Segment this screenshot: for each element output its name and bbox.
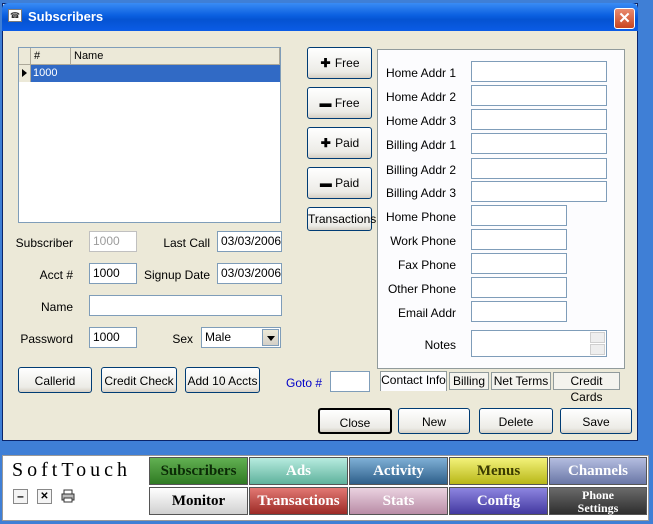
notes-field[interactable]: [471, 330, 607, 357]
home-addr-1-field[interactable]: [471, 61, 607, 82]
email-addr-field[interactable]: [471, 301, 567, 322]
notes-label: Notes: [424, 338, 456, 352]
new-button[interactable]: New: [398, 408, 470, 434]
remove-paid-button[interactable]: ▬ Paid: [307, 167, 372, 199]
tab-credit-cards[interactable]: Credit Cards: [553, 372, 620, 404]
home-addr-3-label: Home Addr 3: [385, 114, 456, 128]
password-field[interactable]: 1000: [89, 327, 137, 348]
remove-paid-label: Paid: [335, 176, 360, 190]
last-call-field[interactable]: 03/03/2006: [217, 231, 282, 252]
minus-icon: ▬: [319, 176, 332, 190]
name-label: Name: [40, 300, 73, 314]
tab-billing[interactable]: Billing: [449, 372, 489, 390]
plus-icon: ✚: [320, 136, 331, 150]
sex-select[interactable]: Male: [201, 327, 281, 348]
billing-addr-1-field[interactable]: [471, 133, 607, 154]
remove-free-button[interactable]: ▬ Free: [307, 87, 372, 119]
tab-net-terms[interactable]: Net Terms: [491, 372, 551, 390]
add-free-button[interactable]: ✚ Free: [307, 47, 372, 79]
last-call-label: Last Call: [163, 236, 210, 250]
signup-date-field[interactable]: 03/03/2006: [217, 263, 282, 284]
nav-config[interactable]: Config: [449, 487, 548, 515]
other-phone-field[interactable]: [471, 277, 567, 298]
column-header-name[interactable]: Name: [71, 48, 280, 65]
nav-channels[interactable]: Channels: [549, 457, 647, 485]
billing-addr-3-field[interactable]: [471, 181, 607, 202]
remove-free-label: Free: [334, 96, 360, 110]
home-phone-label: Home Phone: [385, 210, 456, 224]
billing-addr-3-label: Billing Addr 3: [385, 186, 456, 200]
tab-contact-info[interactable]: Contact Info: [380, 371, 447, 391]
subscriber-label: Subscriber: [15, 236, 73, 250]
print-icon[interactable]: [61, 489, 75, 503]
nav-phone-settings[interactable]: Phone Settings: [549, 487, 647, 515]
credit-check-button[interactable]: Credit Check: [101, 367, 177, 393]
row-indicator: [19, 65, 31, 82]
signup-date-label: Signup Date: [143, 268, 210, 282]
close-button[interactable]: Close: [318, 408, 392, 434]
home-addr-2-label: Home Addr 2: [385, 90, 456, 104]
sex-value: Male: [205, 330, 232, 344]
row-selected[interactable]: 1000: [31, 65, 280, 82]
add-10-accts-button[interactable]: Add 10 Accts: [185, 367, 260, 393]
other-phone-label: Other Phone: [387, 282, 456, 296]
email-addr-label: Email Addr: [397, 306, 456, 320]
column-header-num[interactable]: #: [31, 48, 71, 65]
nav-stats[interactable]: Stats: [349, 487, 448, 515]
minimize-button[interactable]: –: [13, 489, 28, 504]
callerid-button[interactable]: Callerid: [18, 367, 92, 393]
chevron-down-icon: [267, 336, 275, 341]
home-phone-field[interactable]: [471, 205, 567, 226]
work-phone-field[interactable]: [471, 229, 567, 250]
work-phone-label: Work Phone: [390, 234, 456, 248]
home-addr-2-field[interactable]: [471, 85, 607, 106]
nav-subscribers[interactable]: Subscribers: [149, 457, 248, 485]
window-close-button[interactable]: ✕: [614, 8, 635, 29]
table-row[interactable]: 1000: [19, 65, 280, 82]
window-title: Subscribers: [28, 9, 104, 24]
goto-field[interactable]: [330, 371, 370, 392]
nav-monitor[interactable]: Monitor: [149, 487, 248, 515]
delete-button[interactable]: Delete: [479, 408, 553, 434]
fax-phone-label: Fax Phone: [397, 258, 456, 272]
fax-phone-field[interactable]: [471, 253, 567, 274]
home-addr-1-label: Home Addr 1: [385, 66, 456, 80]
grid-corner: [19, 48, 31, 65]
subscriber-grid[interactable]: # Name 1000: [18, 47, 281, 223]
transactions-button[interactable]: Transactions: [307, 207, 376, 231]
row-pointer-icon: [22, 69, 27, 77]
nav-ads[interactable]: Ads: [249, 457, 348, 485]
exit-button[interactable]: ✕: [37, 489, 52, 504]
app-icon: ☎: [8, 9, 22, 22]
plus-icon: ✚: [320, 56, 331, 70]
acct-label: Acct #: [39, 268, 73, 282]
billing-addr-1-label: Billing Addr 1: [385, 138, 456, 152]
nav-menus[interactable]: Menus: [449, 457, 548, 485]
dropdown-arrow[interactable]: [262, 329, 279, 346]
scroll-up-button[interactable]: [590, 332, 605, 343]
nav-transactions[interactable]: Transactions: [249, 487, 348, 515]
minus-icon: ▬: [319, 96, 332, 110]
add-free-label: Free: [334, 56, 360, 70]
brand-logo: SoftTouch: [12, 459, 132, 481]
save-button[interactable]: Save: [560, 408, 632, 434]
add-paid-label: Paid: [335, 136, 360, 150]
acct-field[interactable]: 1000: [89, 263, 137, 284]
goto-label: Goto #: [286, 376, 323, 390]
billing-addr-2-label: Billing Addr 2: [385, 163, 456, 177]
home-addr-3-field[interactable]: [471, 109, 607, 130]
nav-activity[interactable]: Activity: [349, 457, 448, 485]
add-paid-button[interactable]: ✚ Paid: [307, 127, 372, 159]
password-label: Password: [20, 332, 73, 346]
scroll-down-button[interactable]: [590, 344, 605, 355]
row-num: 1000: [33, 67, 58, 79]
name-field[interactable]: [89, 295, 282, 316]
subscriber-field[interactable]: 1000: [89, 231, 137, 252]
sex-label: Sex: [172, 332, 193, 346]
billing-addr-2-field[interactable]: [471, 158, 607, 179]
